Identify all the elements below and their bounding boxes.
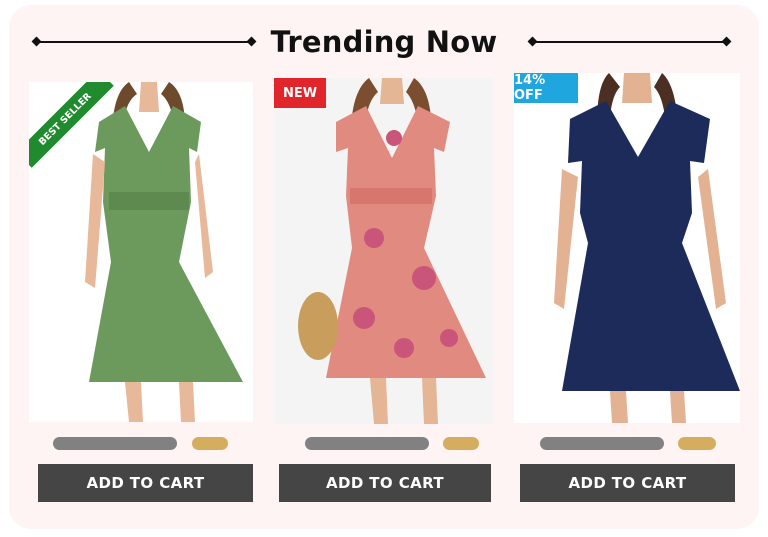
section-header: Trending Now bbox=[0, 22, 768, 62]
product-name-placeholder-3 bbox=[540, 437, 664, 450]
product-name-placeholder-1 bbox=[53, 437, 177, 450]
new-badge: NEW bbox=[274, 78, 326, 108]
product-price-placeholder-2 bbox=[443, 437, 479, 450]
add-to-cart-button-1[interactable]: ADD TO CART bbox=[38, 464, 253, 502]
product-image-1[interactable]: BEST SELLER bbox=[29, 82, 253, 422]
add-to-cart-button-3[interactable]: ADD TO CART bbox=[520, 464, 735, 502]
header-divider-right bbox=[533, 41, 726, 43]
product-image-3[interactable]: 14% OFF bbox=[514, 73, 740, 423]
add-to-cart-button-2[interactable]: ADD TO CART bbox=[279, 464, 491, 502]
product-price-placeholder-1 bbox=[192, 437, 228, 450]
product-name-placeholder-2 bbox=[305, 437, 429, 450]
dress-photo-3 bbox=[514, 73, 740, 423]
dress-photo-2 bbox=[274, 78, 494, 424]
product-image-2[interactable]: NEW bbox=[274, 78, 494, 424]
product-price-placeholder-3 bbox=[678, 437, 716, 450]
discount-badge: 14% OFF bbox=[514, 73, 578, 103]
